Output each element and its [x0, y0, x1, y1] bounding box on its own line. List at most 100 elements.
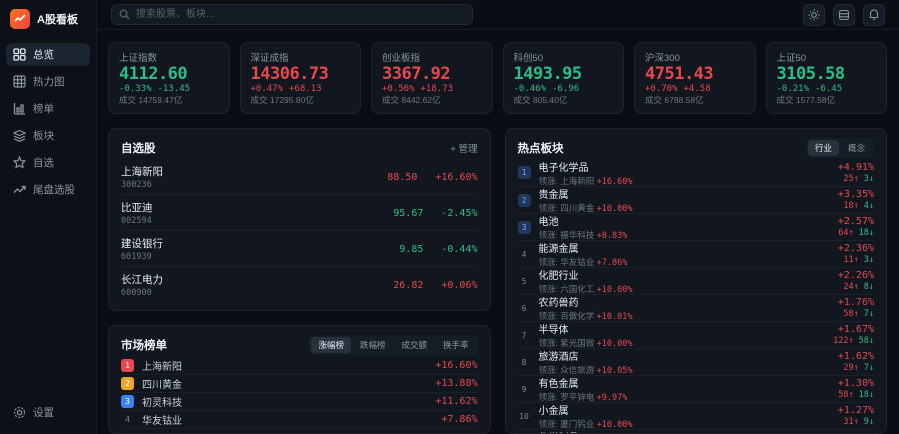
leader-prefix: 领涨: [539, 230, 558, 240]
up-count: 11↑ [843, 255, 858, 265]
index-card[interactable]: 深证成指 14306.73 +0.47% +68.13 成交 17295.80亿 [240, 42, 362, 114]
market-rankings-card: 市场榜单 涨幅榜 跌幅榜 成交额 换手率 [108, 325, 491, 434]
leader-name: 四川黄金 [560, 203, 594, 213]
rankings-tab[interactable]: 换手率 [436, 337, 476, 353]
sector-row[interactable]: 3 电池 领涨: 振华科技 +8.83% [518, 213, 875, 240]
leader-pct: +16.60% [597, 177, 633, 187]
sidebar-item-sectors[interactable]: 板块 [6, 124, 90, 147]
sectors-tabs: 行业 概念 [806, 138, 874, 158]
index-value: 3367.92 [382, 64, 482, 84]
sectors-tab[interactable]: 概念 [841, 140, 872, 156]
index-turnover: 成交 1577.58亿 [777, 94, 877, 106]
watchlist-row[interactable]: 长江电力 600900 26.82 +0.06% [121, 266, 478, 302]
sidebar-item-label: 自选 [33, 155, 54, 170]
index-card[interactable]: 上证50 3105.58 -0.21% -6.45 成交 1577.58亿 [766, 42, 888, 114]
heatmap-icon [13, 75, 26, 88]
ranking-row[interactable]: 5 东方铁塔 +10.68% [121, 428, 478, 434]
index-value: 3105.58 [777, 64, 877, 84]
index-value: 14306.73 [251, 64, 351, 84]
notifications-button[interactable] [863, 4, 885, 26]
sector-row[interactable]: 5 化肥行业 领涨: 六国化工 +10.00% [518, 267, 875, 294]
stock-pct: -0.44% [441, 244, 477, 255]
rank-badge: 7 [518, 329, 531, 342]
rank-badge: 1 [518, 166, 531, 179]
sector-counts: 24↑ 8↓ [838, 282, 874, 292]
sector-row[interactable]: 7 半导体 领涨: 紫光国微 +10.00% [518, 321, 875, 348]
stock-name: 上海新阳 [142, 358, 182, 373]
theme-toggle-button[interactable] [803, 4, 825, 26]
sector-row[interactable]: 1 电子化学品 领涨: 上海新阳 +16.60% [518, 159, 875, 186]
stock-name: 建设银行 [121, 236, 163, 251]
sector-counts: 58↑ 18↓ [838, 390, 874, 400]
sidebar-item-heatmap[interactable]: 热力图 [6, 70, 90, 93]
star-icon [13, 156, 26, 169]
sector-row[interactable]: 11 化学制品 领涨: 七彩化学 +20.02% [518, 429, 875, 434]
rank-badge: 5 [518, 275, 531, 288]
index-name: 深证成指 [251, 50, 351, 64]
index-card[interactable]: 沪深300 4751.43 +0.70% +4.58 成交 6788.58亿 [634, 42, 756, 114]
ranking-row[interactable]: 4 华友钴业 +7.86% [121, 410, 478, 428]
index-card[interactable]: 上证指数 4112.60 -0.33% -13.45 成交 14759.47亿 [108, 42, 230, 114]
watchlist-row[interactable]: 建设银行 601939 9.85 -0.44% [121, 230, 478, 266]
watchlist-row[interactable]: 上海新阳 300236 88.50 +16.60% [121, 159, 478, 194]
stock-name: 上海新阳 [121, 164, 163, 179]
sector-row[interactable]: 2 贵金属 领涨: 四川黄金 +10.00% [518, 186, 875, 213]
sectors-tab[interactable]: 行业 [808, 140, 839, 156]
index-card[interactable]: 创业板指 3367.92 +0.56% +18.73 成交 8442.62亿 [371, 42, 493, 114]
up-count: 122↑ [833, 336, 853, 346]
index-turnover: 成交 6788.58亿 [645, 94, 745, 106]
stock-pct: -2.45% [441, 208, 477, 219]
index-change: +0.56% +18.73 [382, 84, 482, 94]
sidebar-item-overview[interactable]: 总览 [6, 43, 90, 66]
sector-row[interactable]: 10 小金属 领涨: 厦门钨业 +10.00% [518, 402, 875, 429]
index-name: 上证指数 [119, 50, 219, 64]
up-count: 24↑ [843, 282, 858, 292]
down-count: 4↓ [864, 201, 874, 211]
rank-badge: 3 [121, 395, 134, 408]
sector-row[interactable]: 9 有色金属 领涨: 罗平锌电 +9.97% [518, 375, 875, 402]
index-card[interactable]: 科创50 1493.95 -0.46% -6.96 成交 805.40亿 [503, 42, 625, 114]
leader-prefix: 领涨: [539, 311, 558, 321]
grid-icon [13, 48, 26, 61]
sidebar-item-late-session-picks[interactable]: 尾盘选股 [6, 178, 90, 201]
sector-row[interactable]: 8 旅游酒店 领涨: 众信旅游 +10.05% [518, 348, 875, 375]
stock-price: 9.85 [399, 244, 423, 255]
hot-sectors-card: 热点板块 行业 概念 [505, 128, 888, 434]
sidebar-item-watchlist[interactable]: 自选 [6, 151, 90, 174]
stock-name: 比亚迪 [121, 200, 153, 215]
sidebar-item-rankings[interactable]: 榜单 [6, 97, 90, 120]
sidebar-item-settings[interactable]: 设置 [6, 401, 90, 424]
ranking-row[interactable]: 1 上海新阳 +16.60% [121, 356, 478, 374]
stock-pct: +16.60% [435, 172, 477, 183]
index-chg-abs: +18.73 [421, 84, 454, 94]
watchlist-row[interactable]: 比亚迪 002594 95.67 -2.45% [121, 194, 478, 230]
sector-counts: 58↑ 7↓ [838, 309, 874, 319]
sector-pct: +1.62% [838, 351, 874, 362]
rankings-tab[interactable]: 成交额 [394, 337, 434, 353]
down-count: 7↓ [864, 309, 874, 319]
ranking-row[interactable]: 2 四川黄金 +13.88% [121, 374, 478, 392]
rank-badge: 8 [518, 356, 531, 369]
index-value: 4751.43 [645, 64, 745, 84]
search-input[interactable] [111, 4, 473, 25]
sidebar-item-label: 设置 [33, 405, 54, 420]
ranking-row[interactable]: 3 初灵科技 +11.62% [121, 392, 478, 410]
index-change: +0.47% +68.13 [251, 84, 351, 94]
stock-pct: +7.86% [441, 414, 477, 425]
rank-badge: 3 [518, 221, 531, 234]
sector-pct: +2.26% [838, 270, 874, 281]
rankings-tab[interactable]: 涨幅榜 [311, 337, 351, 353]
rankings-tab[interactable]: 跌幅榜 [353, 337, 393, 353]
up-count: 18↑ [843, 201, 858, 211]
sector-row[interactable]: 6 农药兽药 领涨: 百傲化学 +10.01% [518, 294, 875, 321]
leader-name: 众信旅游 [560, 365, 594, 375]
sector-row[interactable]: 4 能源金属 领涨: 华友钴业 +7.86% [518, 240, 875, 267]
index-pct: -0.21% [777, 84, 810, 94]
down-count: 18↓ [859, 390, 874, 400]
down-count: 58↓ [859, 336, 874, 346]
up-count: 29↑ [843, 363, 858, 373]
index-chg-abs: +68.13 [289, 84, 322, 94]
manage-watchlist-button[interactable]: + 管理 [450, 141, 477, 155]
index-pct: -0.46% [514, 84, 547, 94]
data-source-button[interactable] [833, 4, 855, 26]
